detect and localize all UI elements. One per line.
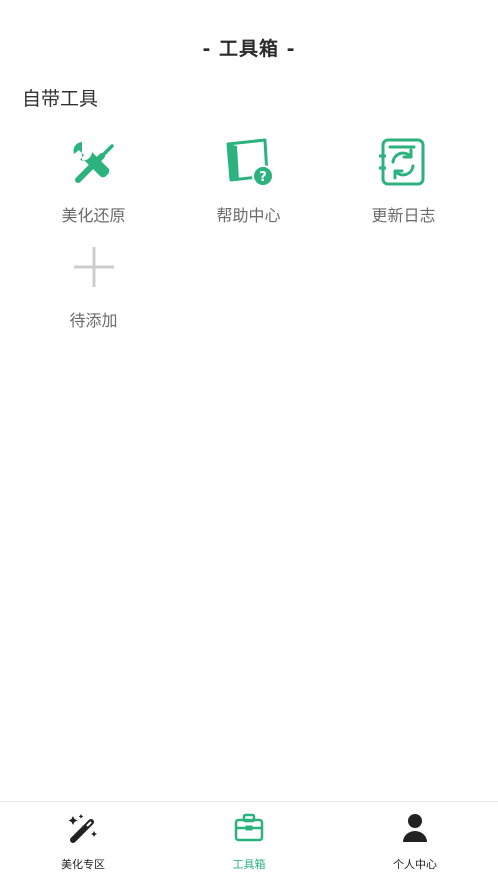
page-title: - 工具箱 - xyxy=(202,37,296,60)
toolbox-icon xyxy=(232,810,266,846)
bottom-tabbar: 美化专区 工具箱 个人中心 xyxy=(0,801,498,885)
tool-label: 帮助中心 xyxy=(216,206,281,225)
wrench-screwdriver-icon xyxy=(67,130,121,194)
user-icon xyxy=(398,810,432,846)
refresh-log-icon xyxy=(377,130,431,194)
magic-wand-icon xyxy=(66,810,100,846)
tool-label: 待添加 xyxy=(69,311,118,330)
tab-label: 美化专区 xyxy=(61,858,105,871)
toolbox-screen: - 工具箱 - 自带工具 美化还原 ? 帮助中心 更新日志 待添加 美化专区 工… xyxy=(0,0,498,885)
help-book-icon: ? xyxy=(222,130,276,194)
tool-label: 更新日志 xyxy=(371,206,436,225)
tool-beautify-restore[interactable]: 美化还原 xyxy=(16,130,171,235)
tab-label: 工具箱 xyxy=(232,858,266,871)
tool-help-center[interactable]: ? 帮助中心 xyxy=(171,130,326,235)
header: - 工具箱 - xyxy=(0,0,498,94)
tab-beautify[interactable]: 美化专区 xyxy=(0,802,166,885)
tool-grid: 美化还原 ? 帮助中心 更新日志 待添加 xyxy=(16,130,482,340)
tool-to-add[interactable]: 待添加 xyxy=(16,235,171,340)
svg-text:?: ? xyxy=(259,170,267,185)
tool-label: 美化还原 xyxy=(61,206,126,225)
tab-profile[interactable]: 个人中心 xyxy=(332,802,498,885)
tab-label: 个人中心 xyxy=(393,858,437,871)
tool-update-log[interactable]: 更新日志 xyxy=(326,130,481,235)
tab-toolbox[interactable]: 工具箱 xyxy=(166,802,332,885)
plus-icon xyxy=(67,235,121,299)
section-title: 自带工具 xyxy=(22,88,99,110)
